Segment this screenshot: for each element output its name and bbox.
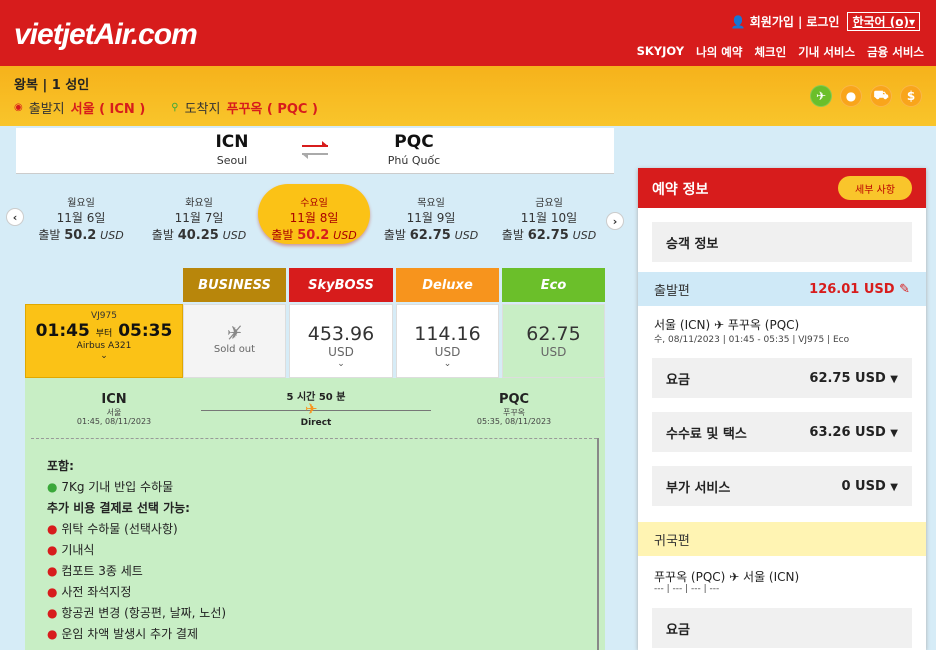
passenger-step-icon[interactable]: ● — [840, 85, 862, 107]
airplane-icon: ✈ — [305, 400, 318, 418]
booking-summary-panel: 예약 정보 세부 사항 승객 정보 출발편 126.01 USD ✎ 서울 (I… — [638, 168, 926, 650]
return-fare-row[interactable]: 요금 — [652, 608, 912, 648]
vietjet-logo[interactable]: vietjetAir.com — [14, 18, 198, 52]
date-option-selected[interactable]: 수요일 11월 8일 출발 50.2 USD — [259, 194, 369, 243]
date-option[interactable]: 화요일 11월 7일 출발 40.25 USD — [144, 194, 254, 243]
caret-down-icon: ▼ — [890, 427, 898, 439]
route-summary: ◉ 출발지 서울 ( ICN ) ⚲ 도착지 푸꾸옥 ( PQC ) — [14, 98, 318, 117]
return-section: 귀국편 — [638, 522, 926, 556]
date-option[interactable]: 월요일 11월 6일 출발 50.2 USD — [26, 194, 136, 243]
caret-down-icon: ▼ — [890, 481, 898, 493]
fare-inclusions: 포함: ● 7Kg 기내 반입 수하물 추가 비용 결제로 선택 가능: ● 위… — [47, 459, 227, 641]
destination-pin-icon: ⚲ — [171, 102, 179, 113]
fare-skyboss[interactable]: 453.96 USD ⌄ — [289, 304, 393, 378]
cross-icon: ● — [47, 522, 58, 536]
cross-icon: ● — [47, 564, 58, 578]
flight-card[interactable]: VJ975 01:45 부터 05:35 Airbus A321 ⌄ — [25, 304, 183, 378]
return-info: --- | --- | --- | --- — [654, 584, 720, 594]
login-link[interactable]: 로그인 — [806, 13, 839, 30]
stop-type: Direct — [300, 418, 332, 428]
main-nav: SKYJOY 나의 예약 체크인 기내 서비스 금융 서비스 — [637, 44, 924, 60]
nav-checkin[interactable]: 체크인 — [754, 44, 786, 60]
cross-icon: ● — [47, 627, 58, 641]
flight-detail-panel: ICN 서울 01:45, 08/11/2023 5 시간 50 분 ✈ Dir… — [25, 378, 605, 650]
fare-deluxe[interactable]: 114.16 USD ⌄ — [396, 304, 499, 378]
detail-to-time: 05:35, 08/11/2023 — [476, 417, 552, 426]
detail-from-code: ICN — [101, 392, 127, 407]
step-icons: ✈ ● ⛟ $ — [810, 85, 922, 107]
route-header: ICN Seoul PQC Phú Quốc — [16, 128, 614, 174]
from-city: Seoul — [216, 154, 248, 167]
next-dates-button[interactable]: › — [606, 212, 624, 230]
tax-row[interactable]: 수수료 및 택스 63.26 USD ▼ — [652, 412, 912, 452]
addon-row[interactable]: 부가 서비스 0 USD ▼ — [652, 466, 912, 506]
date-option[interactable]: 금요일 11월 10일 출발 62.75 USD — [494, 194, 604, 243]
plane-blocked-icon: ✈̸ — [226, 323, 243, 344]
outbound-price: 126.01 USD ✎ — [809, 281, 910, 297]
fare-eco-selected[interactable]: 62.75 USD — [502, 304, 605, 378]
outbound-section: 출발편 126.01 USD ✎ — [638, 272, 926, 306]
to-city: Phú Quốc — [387, 154, 441, 167]
date-option[interactable]: 목요일 11월 9일 출발 62.75 USD — [376, 194, 486, 243]
aircraft: Airbus A321 — [76, 341, 132, 351]
destination-value: 푸꾸옥 ( PQC ) — [226, 102, 318, 117]
flight-step-icon[interactable]: ✈ — [810, 85, 832, 107]
detail-from-time: 01:45, 08/11/2023 — [76, 417, 152, 426]
cross-icon: ● — [47, 606, 58, 620]
cross-icon: ● — [47, 585, 58, 599]
payment-step-icon[interactable]: $ — [900, 85, 922, 107]
fare-row[interactable]: 요금 62.75 USD ▼ — [652, 358, 912, 398]
origin-dot-icon: ◉ — [14, 102, 23, 113]
caret-down-icon: ▼ — [890, 373, 898, 385]
prev-dates-button[interactable]: ‹ — [6, 208, 24, 226]
outbound-route: 서울 (ICN) ✈ 푸꾸옥 (PQC) — [654, 318, 800, 332]
top-header: vietjetAir.com 👤 회원가입 | 로그인 한국어 (o)▾ SKY… — [0, 0, 936, 66]
return-route: 푸꾸옥 (PQC) ✈ 서울 (ICN) — [654, 570, 800, 584]
cart-step-icon[interactable]: ⛟ — [870, 85, 892, 107]
cross-icon: ● — [47, 543, 58, 557]
account-links: 👤 회원가입 | 로그인 한국어 (o)▾ — [731, 12, 920, 31]
details-button[interactable]: 세부 사항 — [838, 176, 912, 200]
scrollbar[interactable] — [597, 438, 599, 650]
nav-finance[interactable]: 금융 서비스 — [867, 44, 924, 60]
fare-business-soldout: ✈̸ Sold out — [183, 304, 286, 378]
fare-header-business: BUSINESS — [183, 268, 286, 302]
trip-type: 왕복 | 1 성인 — [14, 78, 90, 93]
nav-skyjoy[interactable]: SKYJOY — [637, 44, 685, 60]
origin-label: 출발지 — [28, 102, 65, 117]
chevron-down-icon: ⌄ — [337, 359, 345, 369]
language-select[interactable]: 한국어 (o)▾ — [847, 12, 920, 31]
outbound-info: 수, 08/11/2023 | 01:45 - 05:35 | VJ975 | … — [654, 335, 850, 345]
swap-arrows-icon — [302, 141, 328, 159]
edit-icon: ✎ — [899, 281, 910, 297]
fare-header-skyboss: SkyBOSS — [289, 268, 393, 302]
check-icon: ● — [47, 480, 58, 494]
destination-label: 도착지 — [184, 102, 221, 117]
detail-to-code: PQC — [498, 392, 530, 407]
booking-title: 예약 정보 — [652, 182, 709, 198]
search-summary-bar: 왕복 | 1 성인 ◉ 출발지 서울 ( ICN ) ⚲ 도착지 푸꾸옥 ( P… — [0, 66, 936, 126]
chevron-down-icon: ⌄ — [443, 359, 452, 369]
fare-header-eco: Eco — [502, 268, 605, 302]
from-code: ICN — [215, 132, 249, 152]
nav-inflight[interactable]: 기내 서비스 — [798, 44, 855, 60]
to-code: PQC — [394, 132, 434, 152]
signup-link[interactable]: 회원가입 — [750, 13, 794, 30]
date-selector: ‹ 월요일 11월 6일 출발 50.2 USD 화요일 11월 7일 출발 4… — [0, 184, 630, 248]
flight-number: VJ975 — [91, 311, 117, 321]
flight-times: 01:45 부터 05:35 — [35, 321, 173, 341]
fare-header-deluxe: Deluxe — [396, 268, 499, 302]
user-icon: 👤 — [730, 14, 746, 29]
chevron-down-icon: ⌄ — [100, 351, 108, 361]
nav-my-booking[interactable]: 나의 예약 — [696, 44, 742, 60]
origin-value: 서울 ( ICN ) — [70, 102, 146, 117]
passenger-info[interactable]: 승객 정보 — [652, 222, 912, 262]
